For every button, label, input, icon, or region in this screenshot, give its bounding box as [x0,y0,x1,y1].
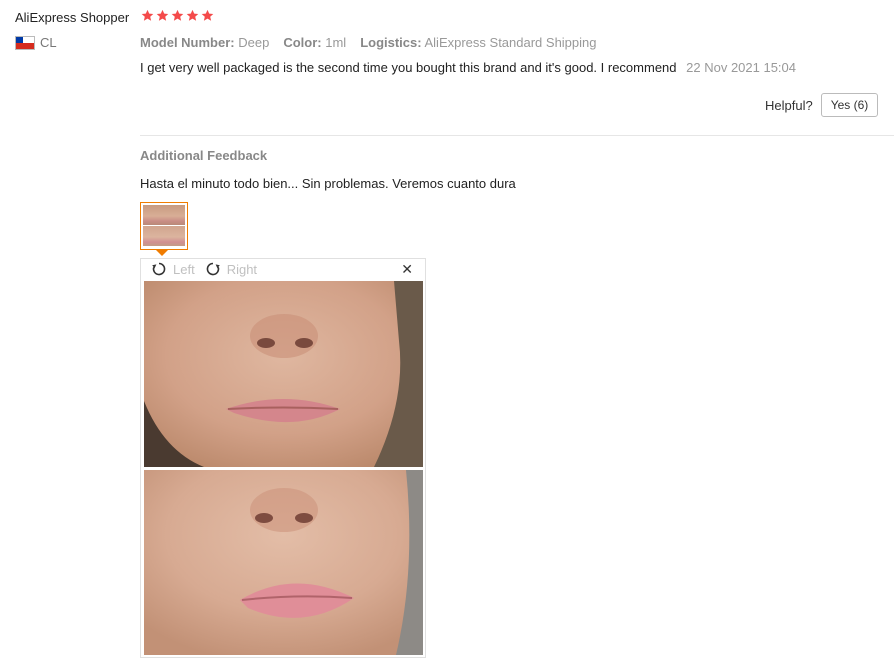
model-info: Model Number: Deep [140,35,270,50]
photo-viewer: Left Right ✕ [140,258,426,658]
rotate-left-label[interactable]: Left [173,262,195,277]
helpful-label: Helpful? [765,97,813,113]
reviewer-name: AliExpress Shopper [15,10,130,25]
helpful-yes-button[interactable]: Yes (6) [820,93,879,117]
divider [140,135,894,136]
review-photo-before [144,281,423,467]
review-photo-thumbnail[interactable] [140,202,188,250]
helpful-section: Helpful? Yes (6) [765,93,879,117]
viewer-toolbar: Left Right [151,261,257,277]
additional-feedback-title: Additional Feedback [140,148,268,163]
star-icon [186,9,199,21]
country-code: CL [40,35,57,50]
chile-flag-icon [15,35,35,50]
star-icon [201,9,214,21]
order-info: Model Number: Deep Color: 1ml Logistics:… [140,35,597,50]
logistics-info: Logistics: AliExpress Standard Shipping [360,35,597,50]
star-rating [141,9,214,22]
rotate-right-label[interactable]: Right [227,262,257,277]
color-info: Color: 1ml [283,35,347,50]
reviewer-country: CL [15,35,57,50]
star-icon [156,9,169,21]
thumbnail-pointer [156,250,168,256]
review-photo-after [144,470,423,655]
review-text: I get very well packaged is the second t… [140,60,677,75]
close-icon[interactable]: ✕ [401,261,413,278]
rotate-right-icon[interactable] [205,261,221,277]
rotate-left-icon[interactable] [151,261,167,277]
star-icon [141,9,154,21]
review-date: 22 Nov 2021 15:04 [686,60,797,75]
additional-feedback-text: Hasta el minuto todo bien... Sin problem… [140,176,516,191]
review-body: I get very well packaged is the second t… [140,60,796,75]
star-icon [171,9,184,21]
